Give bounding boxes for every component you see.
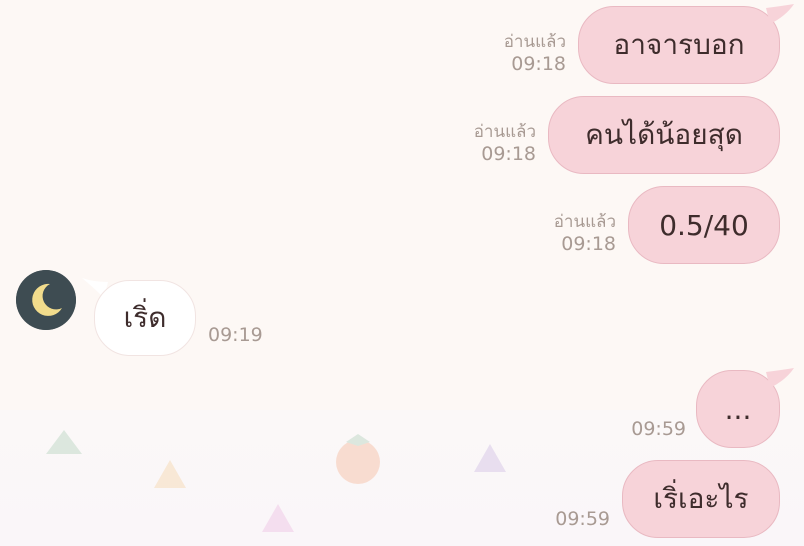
moon-icon [16, 270, 76, 330]
read-status: อ่านแล้ว [553, 212, 616, 232]
avatar[interactable] [16, 270, 76, 330]
incoming-message-bubble[interactable]: เริ่ด [94, 280, 196, 356]
strawberry-icon [336, 434, 380, 484]
message-meta: 09:19 [208, 324, 278, 346]
umbrella-icon [154, 460, 186, 488]
outgoing-message-bubble[interactable]: คนได้น้อยสุด [548, 96, 780, 174]
message-meta: อ่านแล้ว 09:18 [486, 31, 566, 75]
umbrella-icon [46, 430, 82, 454]
message-time: 09:18 [561, 233, 616, 255]
message-text: คนได้น้อยสุด [585, 118, 743, 151]
message-text: เริ่เอะไร [653, 482, 749, 515]
message-time: 09:59 [555, 508, 610, 530]
outgoing-message-bubble[interactable]: 0.5/40 [628, 186, 780, 264]
message-text: เริ่ด [123, 301, 167, 334]
bubble-tail [766, 4, 794, 24]
read-status: อ่านแล้ว [503, 32, 566, 52]
umbrella-icon [474, 444, 506, 472]
message-time: 09:59 [631, 418, 686, 440]
message-text: 0.5/40 [659, 208, 749, 242]
outgoing-message-bubble[interactable]: เริ่เอะไร [622, 460, 780, 538]
read-status: อ่านแล้ว [473, 122, 536, 142]
message-meta: 09:59 [540, 508, 610, 530]
message-meta: อ่านแล้ว 09:18 [456, 121, 536, 165]
message-time: 09:18 [481, 143, 536, 165]
bubble-tail [766, 368, 794, 388]
message-meta: อ่านแล้ว 09:18 [536, 211, 616, 255]
umbrella-icon [262, 504, 294, 532]
message-meta: 09:59 [616, 418, 686, 440]
message-text: อาจารบอก [613, 28, 745, 61]
outgoing-message-bubble[interactable]: อาจารบอก [578, 6, 780, 84]
message-text: ... [724, 392, 752, 426]
message-time: 09:18 [511, 53, 566, 75]
message-time: 09:19 [208, 324, 263, 346]
